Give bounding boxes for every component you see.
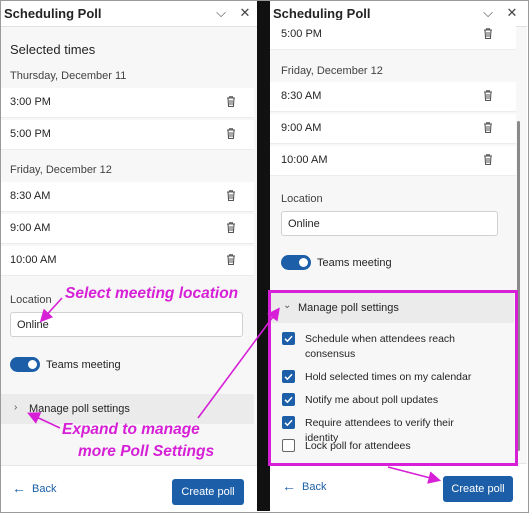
chevron-down-icon[interactable]: ⌵	[480, 5, 496, 21]
arrow-left-icon[interactable]: ←	[12, 480, 26, 496]
time-value: 3:00 PM	[10, 96, 51, 108]
title-bar: Scheduling Poll ⌵ ✕	[1, 1, 257, 27]
time-value: 9:00 AM	[281, 122, 322, 134]
time-value: 8:30 AM	[281, 90, 322, 102]
manage-poll-settings-label: Manage poll settings	[29, 403, 130, 415]
arrow-left-icon[interactable]: ←	[282, 478, 296, 494]
teams-meeting-label: Teams meeting	[46, 359, 121, 371]
back-button[interactable]: Back	[32, 483, 56, 495]
time-row: 5:00 PM	[1, 120, 254, 150]
time-value: 8:30 AM	[10, 190, 51, 202]
location-input[interactable]: Online	[10, 312, 243, 337]
close-icon[interactable]: ✕	[237, 5, 253, 21]
annotation-expand-line2: more Poll Settings	[78, 443, 215, 460]
location-label: Location	[281, 193, 323, 205]
footer: ← Back Create poll	[1, 465, 257, 511]
time-row: 10:00 AM	[1, 246, 254, 276]
create-poll-button[interactable]: Create poll	[443, 476, 513, 502]
chevron-down-icon[interactable]: ⌵	[213, 5, 229, 21]
annotation-expand-line1: Expand to manage	[62, 421, 200, 438]
app-title: Scheduling Poll	[4, 6, 102, 21]
create-poll-button[interactable]: Create poll	[172, 479, 244, 505]
date-label: Thursday, December 11	[10, 70, 127, 82]
highlight-box	[268, 290, 518, 466]
teams-meeting-toggle[interactable]	[10, 357, 40, 372]
toggle-knob	[28, 360, 37, 369]
trash-icon[interactable]	[482, 27, 494, 40]
chevron-right-icon: ›	[14, 402, 18, 413]
teams-meeting-label: Teams meeting	[317, 257, 392, 269]
date-label: Friday, December 12	[281, 65, 383, 77]
time-value: 9:00 AM	[10, 222, 51, 234]
time-value: 10:00 AM	[281, 154, 328, 166]
trash-icon[interactable]	[225, 253, 237, 266]
date-label: Friday, December 12	[10, 164, 112, 176]
time-value: 5:00 PM	[281, 28, 322, 40]
time-row: 10:00 AM	[270, 146, 516, 176]
trash-icon[interactable]	[225, 221, 237, 234]
time-row: 3:00 PM	[1, 88, 254, 118]
time-row: 8:30 AM	[1, 182, 254, 212]
selected-times-heading: Selected times	[10, 42, 96, 57]
trash-icon[interactable]	[482, 153, 494, 166]
footer: ← Back Create poll	[270, 463, 527, 511]
app-title: Scheduling Poll	[273, 6, 371, 21]
time-row: 9:00 AM	[270, 114, 516, 144]
toggle-knob	[299, 258, 308, 267]
back-button[interactable]: Back	[302, 481, 326, 493]
trash-icon[interactable]	[225, 127, 237, 140]
time-row: 8:30 AM	[270, 82, 516, 112]
time-value: 5:00 PM	[10, 128, 51, 140]
close-icon[interactable]: ✕	[504, 5, 520, 21]
trash-icon[interactable]	[225, 189, 237, 202]
time-value: 10:00 AM	[10, 254, 57, 266]
trash-icon[interactable]	[225, 95, 237, 108]
trash-icon[interactable]	[482, 121, 494, 134]
trash-icon[interactable]	[482, 89, 494, 102]
time-row: 5:00 PM	[270, 20, 516, 50]
annotation-select-location: Select meeting location	[65, 285, 239, 302]
location-label: Location	[10, 294, 52, 306]
time-row: 9:00 AM	[1, 214, 254, 244]
location-input[interactable]: Online	[281, 211, 498, 236]
teams-meeting-toggle[interactable]	[281, 255, 311, 270]
